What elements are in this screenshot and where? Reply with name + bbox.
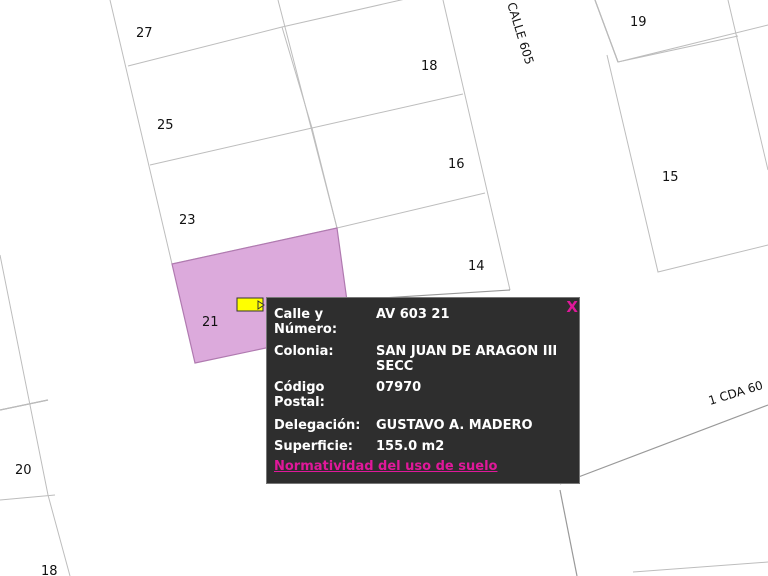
street-label-1-cda: 1 CDA 60 — [707, 378, 765, 408]
lot-number-label: 27 — [136, 26, 153, 41]
field-value: AV 603 21 — [376, 307, 450, 322]
field-label: Calle y Número: — [274, 307, 338, 337]
field-label: Código Postal: — [274, 380, 325, 410]
lot-info-popup: X Calle y Número: AV 603 21 Colonia: SAN… — [266, 297, 580, 484]
lot-number-label: 18 — [41, 564, 58, 576]
lot-number-label: 23 — [179, 213, 196, 228]
lot-grid-right — [594, 0, 768, 273]
field-value: SAN JUAN DE ARAGON III SECC — [376, 344, 558, 374]
lot-number-label: 25 — [157, 118, 174, 133]
lot-number-label: 20 — [15, 463, 32, 478]
field-value: GUSTAVO A. MADERO — [376, 418, 533, 433]
lot-number-label: 15 — [662, 170, 679, 185]
lot-number-label: 19 — [630, 15, 647, 30]
field-label: Colonia: — [274, 344, 334, 359]
lot-number-label: 14 — [468, 259, 485, 274]
map-canvas[interactable]: 27 18 25 16 23 14 21 19 15 20 18 CALLE 605 1 CDA 6… — [0, 0, 768, 576]
field-label: Superficie: — [274, 439, 353, 454]
road-edges — [0, 0, 768, 576]
land-use-link[interactable]: Normatividad del uso de suelo — [274, 459, 497, 474]
lot-number-label: 16 — [448, 157, 465, 172]
flag-icon[interactable] — [236, 297, 266, 313]
field-label: Delegación: — [274, 418, 361, 433]
street-label-calle-605: CALLE 605 — [504, 1, 536, 67]
lot-number-label: 21 — [202, 315, 219, 330]
field-value: 07970 — [376, 380, 422, 395]
field-value: 155.0 m2 — [376, 439, 445, 454]
lot-number-label: 18 — [421, 59, 438, 74]
